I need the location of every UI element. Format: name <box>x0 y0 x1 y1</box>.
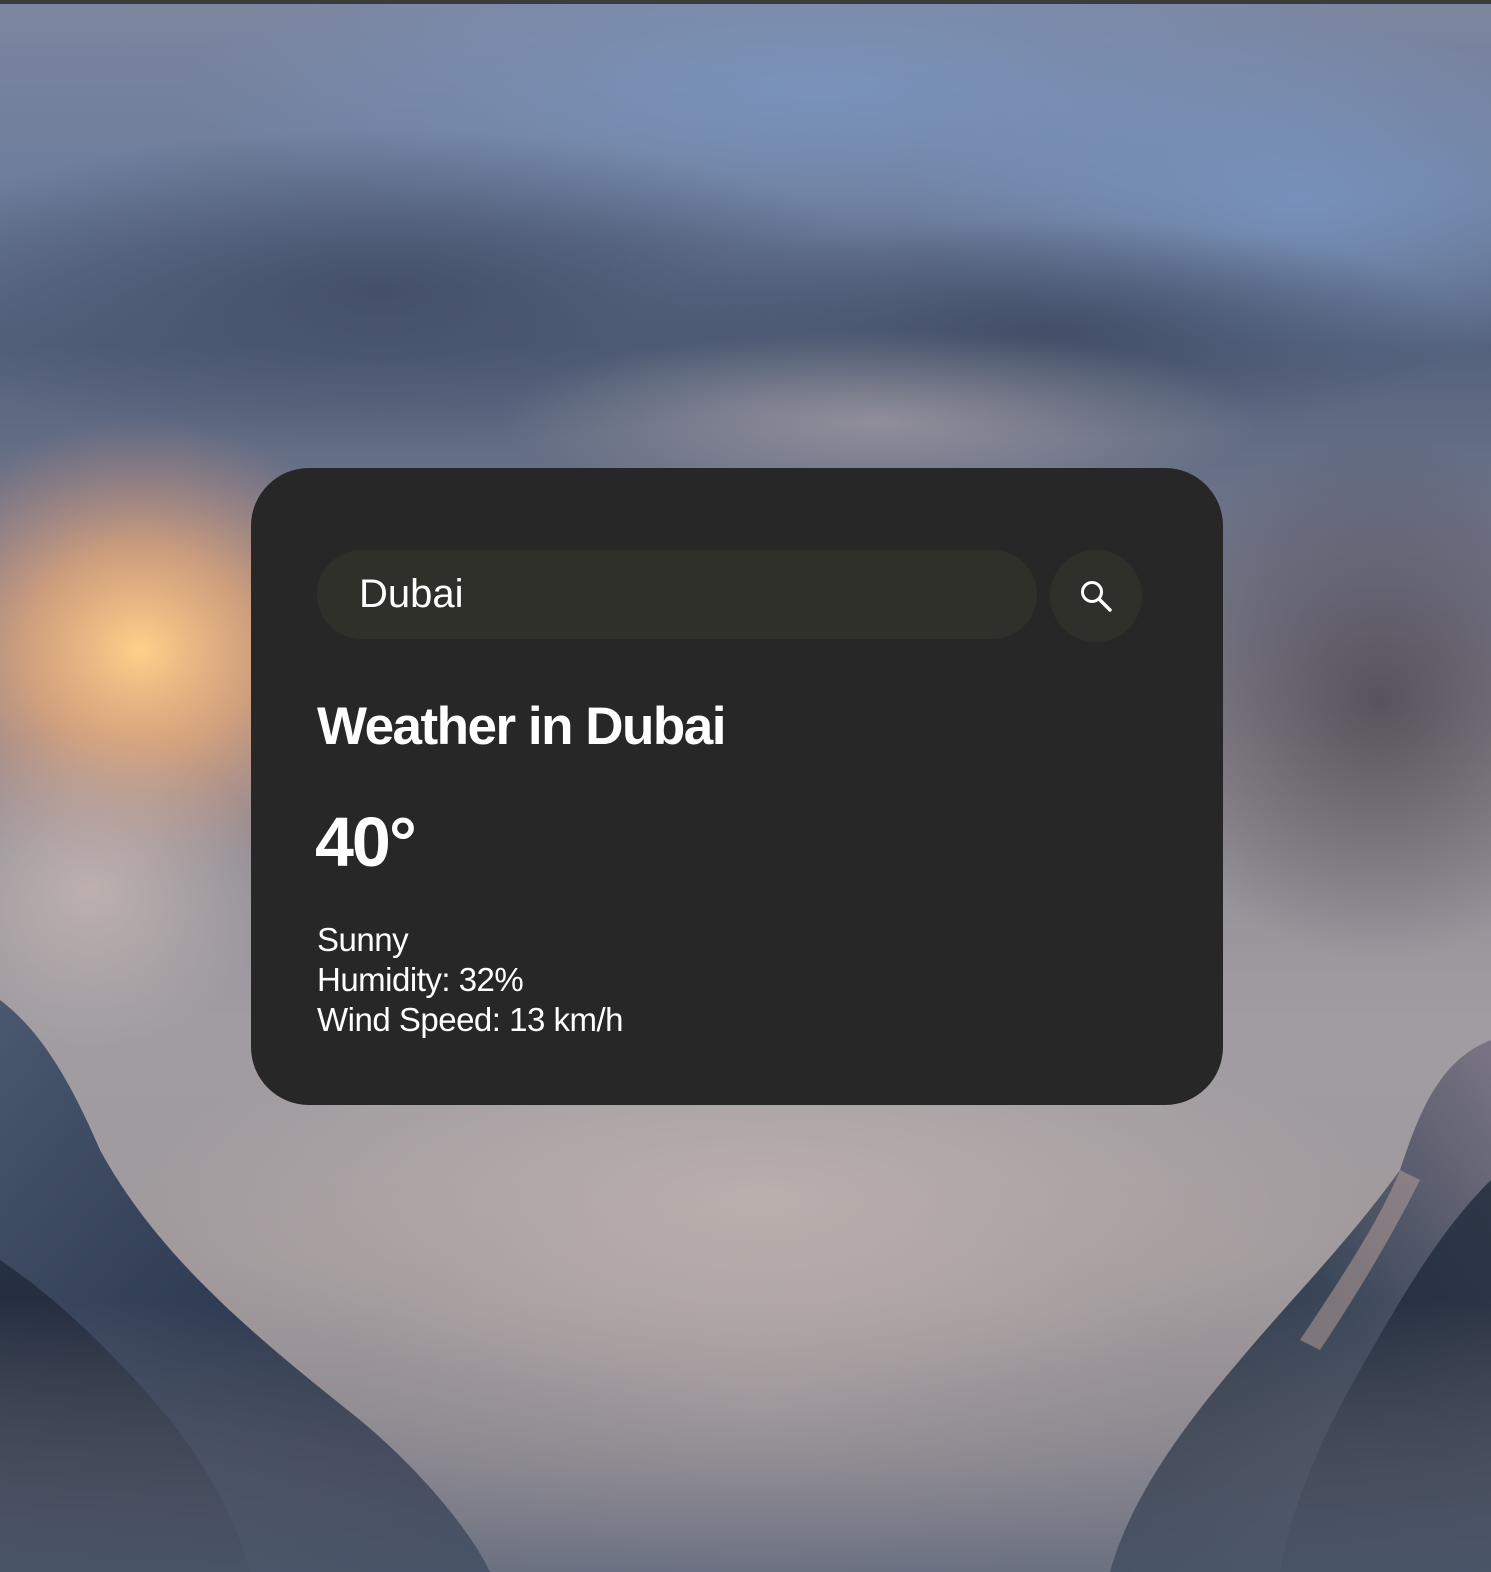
search-input[interactable] <box>317 550 1037 639</box>
weather-details: Sunny Humidity: 32% Wind Speed: 13 km/h <box>317 920 624 1040</box>
weather-card: Weather in Dubai 40° Sunny Humidity: 32%… <box>251 468 1223 1105</box>
temperature: 40° <box>315 803 417 881</box>
search-bar <box>317 550 1143 642</box>
weather-title: Weather in Dubai <box>317 697 726 756</box>
window-top-border <box>0 0 1491 4</box>
search-button[interactable] <box>1050 550 1142 642</box>
humidity-text: Humidity: 32% <box>317 961 524 998</box>
search-icon <box>1079 579 1113 613</box>
weather-description: Sunny <box>317 921 409 958</box>
wind-speed-text: Wind Speed: 13 km/h <box>317 1001 624 1038</box>
